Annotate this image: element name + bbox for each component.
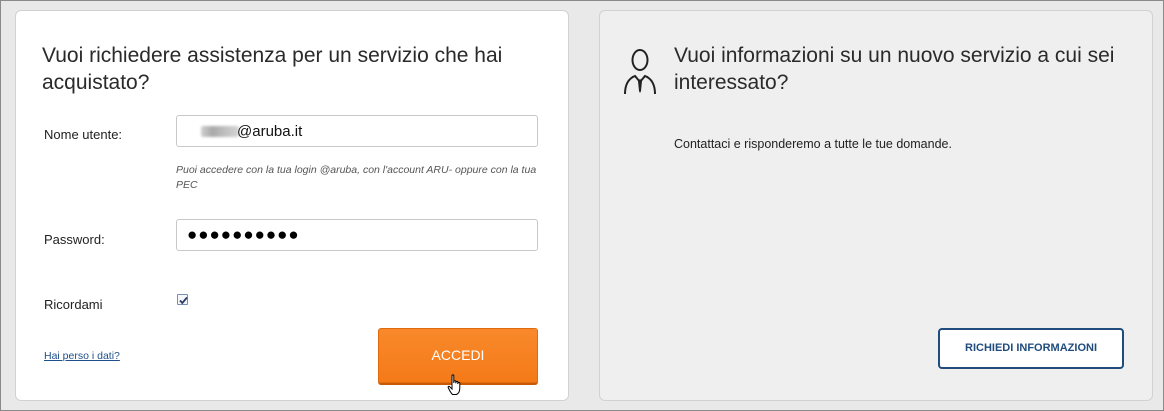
request-info-button[interactable]: RICHIEDI INFORMAZIONI xyxy=(938,328,1124,369)
username-label: Nome utente: xyxy=(44,127,123,142)
support-login-panel: Vuoi richiedere assistenza per un serviz… xyxy=(15,10,569,401)
password-label: Password: xyxy=(44,232,105,247)
page-frame: Vuoi richiedere assistenza per un serviz… xyxy=(0,0,1164,411)
person-tie-icon xyxy=(622,47,658,102)
info-panel-title: Vuoi informazioni su un nuovo servizio a… xyxy=(674,44,1115,94)
support-panel-title: Vuoi richiedere assistenza per un serviz… xyxy=(42,44,503,94)
login-hint: Puoi accedere con la tua login @aruba, c… xyxy=(176,164,537,191)
password-input[interactable]: ●●●●●●●●●● xyxy=(176,219,538,251)
checkmark-icon xyxy=(179,296,188,305)
username-value: @aruba.it xyxy=(237,123,303,140)
username-input[interactable]: @aruba.it xyxy=(176,115,538,147)
forgot-data-link[interactable]: Hai perso i dati? xyxy=(44,350,120,362)
password-value: ●●●●●●●●●● xyxy=(187,225,300,244)
remember-label: Ricordami xyxy=(44,297,103,312)
remember-checkbox[interactable] xyxy=(177,294,188,305)
info-description: Contattaci e risponderemo a tutte le tue… xyxy=(674,137,952,151)
redacted-username-blur xyxy=(201,126,239,137)
hand-cursor-icon xyxy=(447,374,465,401)
new-service-info-panel: Vuoi informazioni su un nuovo servizio a… xyxy=(599,10,1153,401)
